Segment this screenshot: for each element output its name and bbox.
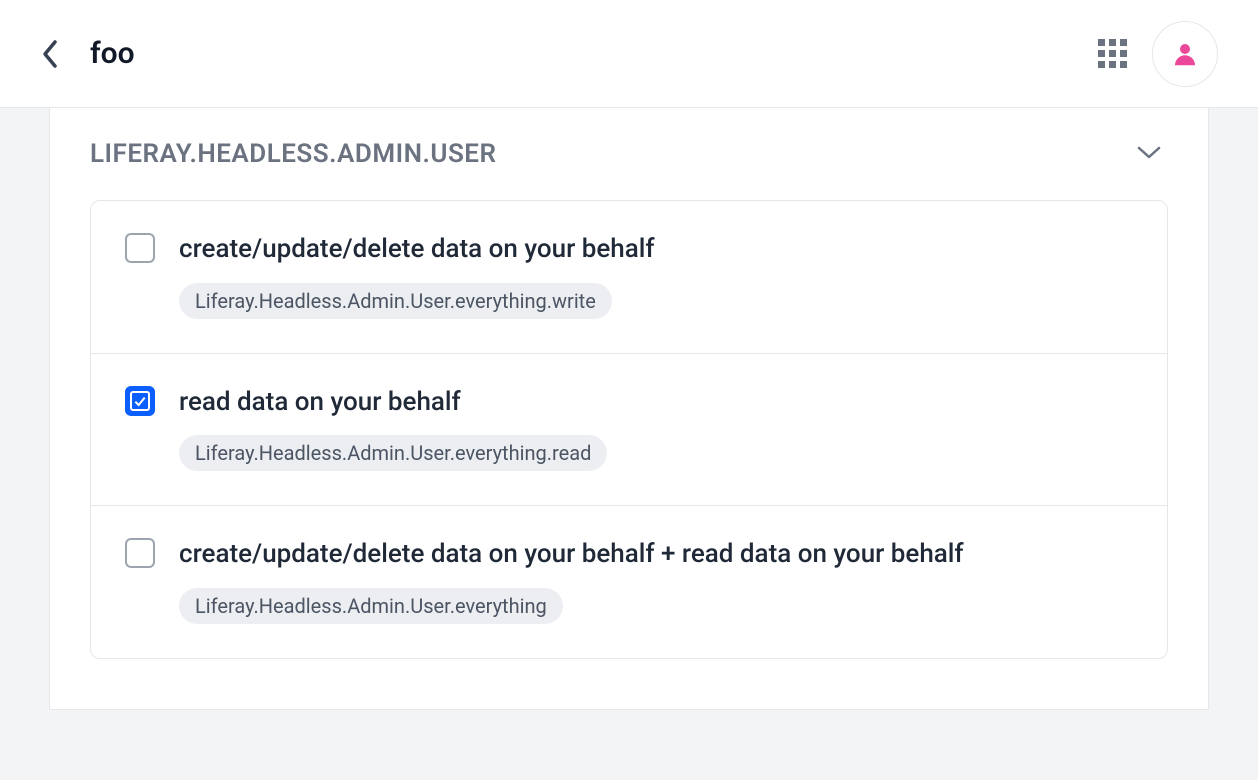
section-title: LIFERAY.HEADLESS.ADMIN.USER xyxy=(90,139,497,169)
scope-label: create/update/delete data on your behalf… xyxy=(179,536,1133,574)
scope-item: create/update/delete data on your behalf… xyxy=(91,506,1167,658)
chevron-left-icon xyxy=(40,38,60,70)
scope-id-badge: Liferay.Headless.Admin.User.everything.r… xyxy=(179,435,607,471)
apps-menu-button[interactable] xyxy=(1092,34,1132,74)
scope-label: create/update/delete data on your behalf xyxy=(179,231,1133,269)
scope-item: read data on your behalf Liferay.Headles… xyxy=(91,354,1167,507)
page-body: LIFERAY.HEADLESS.ADMIN.USER create/updat… xyxy=(0,108,1258,750)
scope-id-badge: Liferay.Headless.Admin.User.everything.w… xyxy=(179,283,612,319)
chevron-down-icon xyxy=(1136,144,1162,160)
scope-id-badge: Liferay.Headless.Admin.User.everything xyxy=(179,588,563,624)
topbar: foo xyxy=(0,0,1258,108)
panel: LIFERAY.HEADLESS.ADMIN.USER create/updat… xyxy=(49,108,1209,710)
collapse-toggle[interactable] xyxy=(1130,138,1168,170)
scope-text: create/update/delete data on your behalf… xyxy=(179,231,1133,319)
scope-label: read data on your behalf xyxy=(179,384,1133,422)
scope-checkbox[interactable] xyxy=(125,233,155,263)
scope-checkbox[interactable] xyxy=(125,386,155,416)
user-avatar[interactable] xyxy=(1152,21,1218,87)
scope-item: create/update/delete data on your behalf… xyxy=(91,201,1167,354)
scope-list: create/update/delete data on your behalf… xyxy=(90,200,1168,659)
scope-checkbox[interactable] xyxy=(125,538,155,568)
apps-grid-icon xyxy=(1098,39,1127,68)
user-icon xyxy=(1170,39,1200,69)
page-title: foo xyxy=(90,36,135,71)
back-button[interactable] xyxy=(30,34,70,74)
scope-text: read data on your behalf Liferay.Headles… xyxy=(179,384,1133,472)
section-header[interactable]: LIFERAY.HEADLESS.ADMIN.USER xyxy=(90,138,1168,170)
scope-text: create/update/delete data on your behalf… xyxy=(179,536,1133,624)
check-icon xyxy=(132,392,148,410)
